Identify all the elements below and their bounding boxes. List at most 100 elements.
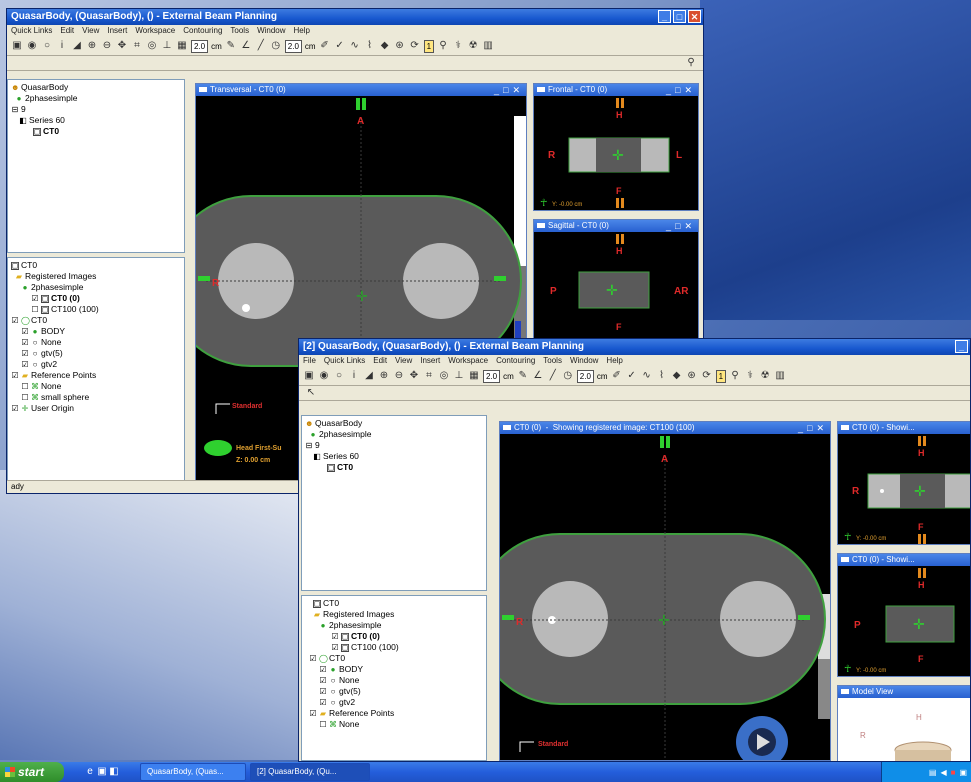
- window-level-icon[interactable]: ◢: [71, 40, 83, 52]
- top-marker[interactable]: [918, 568, 921, 578]
- view-window-buttons[interactable]: _□✕: [494, 84, 524, 96]
- checkbox-icon[interactable]: ☐: [319, 720, 327, 729]
- check-icon[interactable]: ✓: [334, 40, 346, 52]
- left-orientation-marker[interactable]: [198, 276, 210, 281]
- dose-icon[interactable]: ☢: [467, 40, 479, 52]
- tree-item[interactable]: ☑ ○ gtv2: [11, 359, 181, 370]
- tree-item[interactable]: ☐ ▣ CT100 (100): [11, 304, 181, 315]
- checkbox-icon[interactable]: ☑: [319, 698, 327, 707]
- checkbox-icon[interactable]: ☑: [21, 327, 29, 336]
- disk-icon[interactable]: ◉: [26, 40, 38, 52]
- tree-item[interactable]: ☑ ○ None: [11, 337, 181, 348]
- minimize-button[interactable]: _: [658, 10, 671, 23]
- zoom-out-icon[interactable]: ⊖: [393, 370, 405, 382]
- tree-item[interactable]: ☑ ○ gtv(5): [11, 348, 181, 359]
- view-window-buttons[interactable]: _□✕: [666, 220, 696, 232]
- fill-icon[interactable]: ◆: [671, 370, 683, 382]
- front-sagittal-view[interactable]: CT0 (0) - Showi... ✛ H P F ☥ Y: -0.00 cm: [837, 553, 970, 677]
- brush-icon[interactable]: ✎: [517, 370, 529, 382]
- tree-item[interactable]: ▰ Registered Images: [305, 609, 483, 620]
- tree-item[interactable]: ◧ Series 60: [305, 451, 483, 462]
- checkbox-icon[interactable]: ☑: [31, 294, 39, 303]
- measure-icon[interactable]: ◷: [270, 40, 282, 52]
- check-icon[interactable]: ✓: [626, 370, 638, 382]
- tree-item[interactable]: ☑ ▰ Reference Points: [11, 370, 181, 381]
- tray-app-icon[interactable]: ▣: [959, 768, 967, 777]
- taskbar-task-back-window[interactable]: QuasarBody, (Quas...: [140, 763, 246, 781]
- menu-view[interactable]: View: [395, 355, 412, 367]
- window-level-slider[interactable]: [818, 659, 830, 719]
- top-marker[interactable]: [616, 234, 619, 244]
- main-view[interactable]: CT0 (0) - Showing registered image: CT10…: [499, 421, 831, 761]
- point-icon[interactable]: ⚲: [729, 370, 741, 382]
- tree-item[interactable]: ☑ ○ gtv(5): [305, 686, 483, 697]
- tree-item[interactable]: ● 2phasesimple: [305, 620, 483, 631]
- refresh-icon[interactable]: ⟳: [701, 370, 713, 382]
- sagittal-view[interactable]: Sagittal - CT0 (0) _□✕ ✛ H P AR F: [533, 219, 699, 349]
- menu-insert[interactable]: Insert: [107, 25, 127, 37]
- tray-volume-icon[interactable]: ◀: [940, 768, 946, 777]
- layer-input[interactable]: 1: [715, 369, 727, 383]
- tray-security-icon[interactable]: ■: [951, 768, 956, 777]
- menu-contouring[interactable]: Contouring: [496, 355, 535, 367]
- target-group-icon[interactable]: ⊛: [394, 40, 406, 52]
- info-icon[interactable]: i: [348, 370, 360, 382]
- tree-item[interactable]: ▣ CT0: [305, 462, 483, 473]
- tree-item[interactable]: ▣ CT0: [305, 598, 483, 609]
- menu-file[interactable]: File: [303, 355, 316, 367]
- checkbox-icon[interactable]: ☑: [309, 709, 317, 718]
- line-icon[interactable]: ╱: [255, 40, 267, 52]
- tree-item[interactable]: ☑ ▣ CT0 (0): [305, 631, 483, 642]
- measure-input[interactable]: 2.0: [576, 369, 594, 383]
- tree-item[interactable]: ☑ ● BODY: [305, 664, 483, 675]
- view-window-buttons[interactable]: _□✕: [798, 422, 828, 434]
- target-group-icon[interactable]: ⊛: [686, 370, 698, 382]
- checkbox-icon[interactable]: ☑: [309, 654, 317, 663]
- tree-item[interactable]: ◧ Series 60: [11, 115, 181, 126]
- tree-item[interactable]: ☐ ⌘ small sphere: [11, 392, 181, 403]
- search-icon[interactable]: ⚲: [685, 57, 697, 69]
- chart-icon[interactable]: ▥: [774, 370, 786, 382]
- menu-window[interactable]: Window: [257, 25, 285, 37]
- menu-help[interactable]: Help: [606, 355, 622, 367]
- back-window-titlebar[interactable]: QuasarBody, (QuasarBody), () - External …: [7, 9, 703, 25]
- tree-item[interactable]: ☑ ○ None: [305, 675, 483, 686]
- zoom-out-icon[interactable]: ⊖: [101, 40, 113, 52]
- taskbar-task-front-window[interactable]: [2] QuasarBody, (Qu...: [250, 763, 370, 781]
- right-orientation-marker[interactable]: [798, 615, 810, 620]
- thickness-input[interactable]: 2.0: [483, 369, 501, 383]
- spline-icon[interactable]: ⌇: [364, 40, 376, 52]
- menu-quick-links[interactable]: Quick Links: [324, 355, 365, 367]
- tree-item[interactable]: ● 2phasesimple: [11, 282, 181, 293]
- point-icon[interactable]: ⚲: [437, 40, 449, 52]
- tree-item[interactable]: ⊟ 9: [11, 104, 181, 115]
- tree-item[interactable]: ☑ ◯ CT0: [11, 315, 181, 326]
- chart-icon[interactable]: ▥: [482, 40, 494, 52]
- circle-icon[interactable]: ○: [41, 40, 53, 52]
- tree-item[interactable]: ☑ ● BODY: [11, 326, 181, 337]
- brush-icon[interactable]: ✎: [225, 40, 237, 52]
- save-icon[interactable]: ▣: [11, 40, 23, 52]
- left-orientation-marker[interactable]: [502, 615, 514, 620]
- front-frontal-view[interactable]: CT0 (0) - Showi... ✛ H R F ☥ Y: -0.00 cm: [837, 421, 970, 545]
- checkbox-icon[interactable]: ☐: [31, 305, 39, 314]
- menu-view[interactable]: View: [82, 25, 99, 37]
- quicklaunch-ie-icon[interactable]: e: [84, 766, 96, 778]
- checkbox-icon[interactable]: ☑: [319, 687, 327, 696]
- view-window-buttons[interactable]: _□✕: [666, 84, 696, 96]
- menu-help[interactable]: Help: [294, 25, 310, 37]
- menu-tools[interactable]: Tools: [543, 355, 562, 367]
- angle-icon[interactable]: ∠: [532, 370, 544, 382]
- grid-icon[interactable]: ▦: [176, 40, 188, 52]
- ruler-icon[interactable]: ⊥: [161, 40, 173, 52]
- checkbox-icon[interactable]: ☑: [331, 632, 339, 641]
- tree-item[interactable]: ☑ ○ gtv2: [305, 697, 483, 708]
- tree-item[interactable]: ▣ CT0: [11, 126, 181, 137]
- pencil-icon[interactable]: ✐: [611, 370, 623, 382]
- grid-icon[interactable]: ▦: [468, 370, 480, 382]
- menu-insert[interactable]: Insert: [420, 355, 440, 367]
- tree-item[interactable]: ☑ ▣ CT100 (100): [305, 642, 483, 653]
- quicklaunch-app-icon[interactable]: ◧: [108, 766, 120, 778]
- checkbox-icon[interactable]: ☑: [21, 349, 29, 358]
- frontal-view[interactable]: Frontal - CT0 (0) _□✕ ✛ H R L F ☥ Y: -0.0…: [533, 83, 699, 211]
